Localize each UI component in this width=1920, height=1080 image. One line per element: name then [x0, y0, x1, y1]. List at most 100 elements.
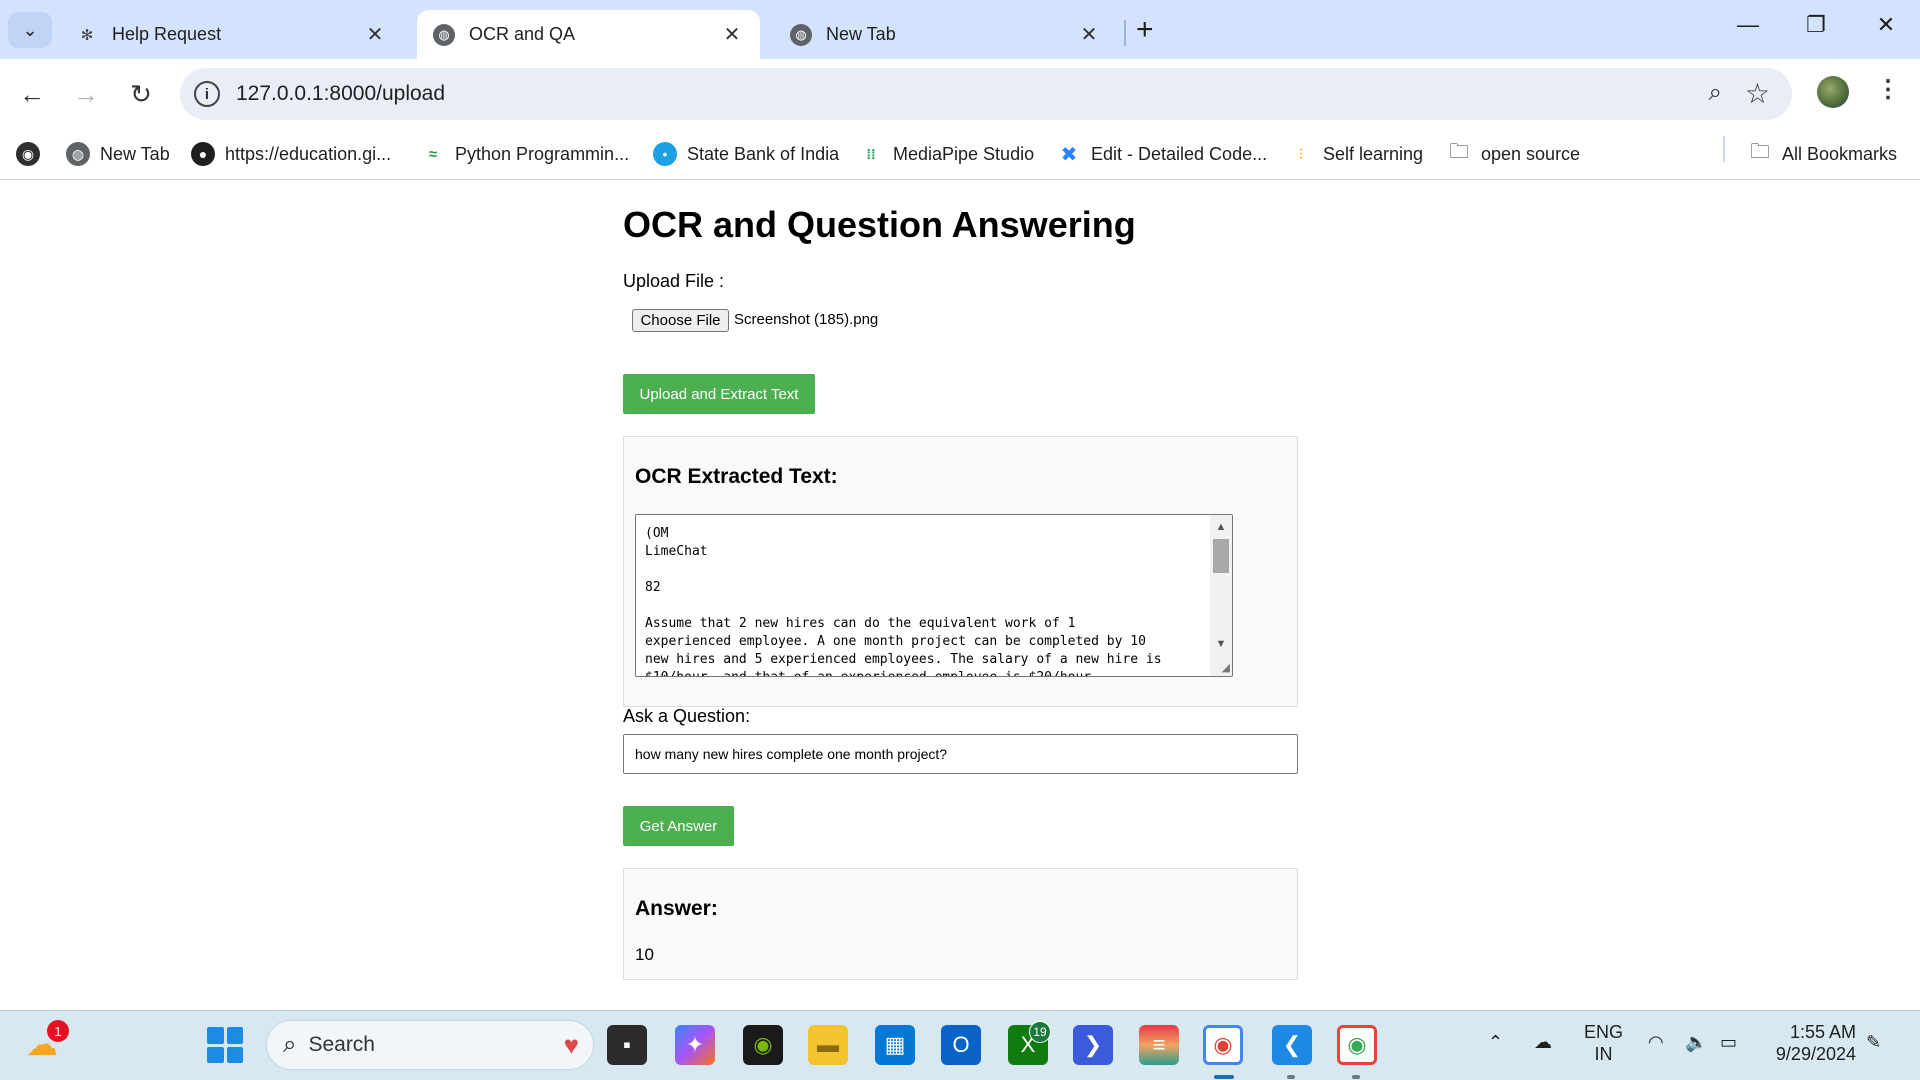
folder-icon: 🗀 [1449, 141, 1469, 163]
restore-button[interactable]: ❐ [1796, 12, 1836, 38]
bookmark-web[interactable]: ◉ [16, 140, 50, 168]
resize-grip-icon[interactable]: ◢ [1222, 661, 1230, 674]
region-code: IN [1594, 1044, 1613, 1064]
question-input[interactable]: how many new hires complete one month pr… [623, 734, 1298, 774]
reload-button[interactable]: ↻ [121, 74, 161, 114]
bookmark-state-bank-of-india[interactable]: • State Bank of India [653, 140, 839, 168]
bookmarks-divider [1723, 136, 1725, 162]
github-icon: ● [191, 142, 215, 166]
close-icon: ✕ [1876, 12, 1896, 37]
minimize-icon: — [1737, 12, 1759, 37]
powershell-icon[interactable]: ❯ [1073, 1025, 1113, 1065]
clock[interactable]: 1:55 AM 9/29/2024 [1770, 1021, 1856, 1065]
windows-logo-pane [207, 1046, 224, 1063]
more-menu-icon[interactable]: ⋮ [1876, 75, 1900, 104]
clock-date: 9/29/2024 [1775, 1044, 1856, 1064]
question-label: Ask a Question: [623, 706, 751, 726]
close-window-button[interactable]: ✕ [1866, 12, 1906, 38]
bookmark-new-tab[interactable]: ◍ New Tab [66, 140, 170, 168]
choose-file-button[interactable]: Choose File [632, 309, 729, 332]
sbi-icon: • [653, 142, 677, 166]
chart-icon: ⫶ [1299, 145, 1303, 162]
chrome-profile-icon[interactable]: ◉ [1337, 1025, 1377, 1065]
chrome-icon[interactable]: ◉ [1203, 1025, 1243, 1065]
back-button[interactable]: ← [12, 74, 52, 114]
tab-divider [1124, 20, 1126, 46]
scroll-down-icon[interactable]: ▼ [1210, 634, 1232, 654]
answer-value: 10 [635, 945, 654, 964]
microsoft-store-icon[interactable]: ▦ [875, 1025, 915, 1065]
globe-icon: ◍ [433, 23, 455, 46]
answer-heading: Answer: [635, 897, 718, 920]
bookmark-education-github[interactable]: ● https://education.gi... [191, 140, 391, 168]
ocr-result-panel: OCR Extracted Text: (OM LimeChat 82 Assu… [623, 436, 1298, 707]
page-content: OCR and Question Answering Upload File :… [0, 181, 1920, 1010]
running-indicator [1287, 1075, 1295, 1079]
restore-icon: ❐ [1806, 12, 1826, 37]
forward-button[interactable]: → [66, 74, 106, 114]
address-bar[interactable]: i 127.0.0.1:8000/upload ⌕ ☆ [180, 68, 1792, 120]
ocr-text: (OM LimeChat 82 Assume that 2 new hires … [645, 526, 1162, 676]
bookmark-edit-detailed-code[interactable]: ✖ Edit - Detailed Code... [1057, 140, 1267, 168]
bookmark-open-source[interactable]: 🗀 open source [1447, 140, 1580, 168]
plus-icon: + [1136, 13, 1154, 46]
scroll-up-icon[interactable]: ▲ [1210, 517, 1232, 537]
onedrive-icon[interactable]: ☁ [1534, 1031, 1552, 1053]
profile-avatar[interactable] [1817, 76, 1849, 108]
bookmark-label: https://education.gi... [225, 143, 392, 164]
stack-app-icon[interactable]: ≡ [1139, 1025, 1179, 1065]
scroll-thumb[interactable] [1213, 539, 1229, 573]
close-icon[interactable]: ✕ [720, 22, 744, 47]
windows-logo-pane [226, 1046, 243, 1063]
start-button[interactable] [207, 1027, 243, 1063]
wifi-icon[interactable]: ◠ [1648, 1031, 1664, 1053]
bookmark-label: Edit - Detailed Code... [1091, 143, 1268, 164]
close-icon[interactable]: ✕ [363, 22, 387, 47]
arrow-right-icon: → [73, 78, 99, 109]
bookmark-label: State Bank of India [687, 143, 840, 164]
copilot-icon[interactable]: ✦ [675, 1025, 715, 1065]
taskbar-search[interactable]: ⌕ Search ♥ [266, 1020, 594, 1070]
notification-badge: 1 [47, 1020, 69, 1042]
bookmark-label: Python Programmin... [455, 143, 630, 164]
nvidia-icon[interactable]: ◉ [743, 1025, 783, 1065]
language-indicator[interactable]: ENG IN [1584, 1021, 1623, 1065]
file-explorer-icon[interactable]: ▬ [808, 1025, 848, 1065]
page-title: OCR and Question Answering [623, 204, 1136, 245]
bookmark-self-learning[interactable]: ⫶ Self learning [1289, 140, 1423, 168]
new-tab-button[interactable]: + [1136, 14, 1154, 46]
get-answer-button[interactable]: Get Answer [623, 806, 734, 846]
bookmark-star-icon[interactable]: ☆ [1745, 77, 1770, 110]
url-text[interactable]: 127.0.0.1:8000/upload [236, 82, 445, 106]
zoom-icon[interactable]: ⌕ [1709, 79, 1722, 107]
bookmark-python-programming[interactable]: ≈ Python Programmin... [421, 140, 629, 168]
mediapipe-icon: ⁞⁞ [866, 146, 876, 162]
minimize-button[interactable]: — [1728, 12, 1768, 38]
tab-ocr-and-qa[interactable]: ◍ OCR and QA ✕ [417, 10, 760, 59]
xbox-badge: 19 [1029, 1021, 1051, 1043]
close-icon[interactable]: ✕ [1077, 22, 1101, 47]
upload-extract-button[interactable]: Upload and Extract Text [623, 374, 815, 414]
bookmark-label: open source [1481, 143, 1581, 164]
browser-toolbar: ← → ↻ i 127.0.0.1:8000/upload ⌕ ☆ ⋮ [0, 59, 1920, 128]
tab-help-request[interactable]: ✻ Help Request ✕ [60, 10, 403, 59]
outlook-icon[interactable]: O [941, 1025, 981, 1065]
scrollbar[interactable]: ▲ ▼ [1210, 515, 1232, 676]
vscode-icon[interactable]: ❮ [1272, 1025, 1312, 1065]
ocr-textarea[interactable]: (OM LimeChat 82 Assume that 2 new hires … [635, 514, 1233, 677]
site-info-icon[interactable]: i [194, 81, 220, 107]
openai-icon: ✻ [80, 26, 94, 44]
chevron-up-icon[interactable]: ⌃ [1488, 1031, 1503, 1053]
bookmark-label: All Bookmarks [1782, 143, 1898, 164]
tab-search-button[interactable]: ⌄ [8, 12, 52, 48]
language-code: ENG [1584, 1022, 1624, 1042]
task-view-icon[interactable]: ▪ [607, 1025, 647, 1065]
tab-new-tab[interactable]: ◍ New Tab ✕ [774, 10, 1117, 59]
notification-center-icon[interactable]: ✎ [1866, 1031, 1881, 1053]
answer-panel: Answer: 10 [623, 868, 1298, 980]
clock-time: 1:55 AM [1789, 1022, 1856, 1042]
volume-icon[interactable]: 🔈 [1685, 1031, 1707, 1053]
battery-icon[interactable]: ▭ [1720, 1031, 1737, 1053]
bookmark-mediapipe-studio[interactable]: ⁞⁞ MediaPipe Studio [859, 140, 1034, 168]
all-bookmarks[interactable]: 🗀 All Bookmarks [1748, 140, 1897, 168]
